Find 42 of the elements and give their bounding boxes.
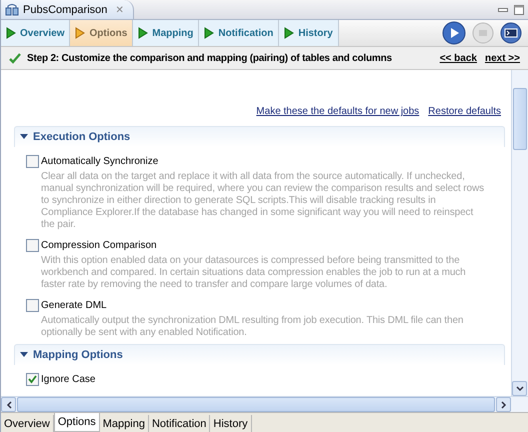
wizard-tab[interactable]: Mapping [133, 20, 200, 46]
next-link[interactable]: next >> [484, 52, 520, 64]
option-label: Compression Comparison [41, 240, 157, 251]
page-tab[interactable]: Options [54, 413, 100, 432]
checkmark-icon [9, 52, 21, 64]
database-icon [5, 4, 19, 16]
wizard-tab[interactable]: History [279, 20, 339, 46]
step-title: Step 2: Customize the comparison and mapping (pairing) of tables and columns [27, 52, 392, 64]
option-label: Generate DML [41, 300, 107, 311]
editor-title: PubsComparison [23, 4, 108, 16]
option-label: Ignore Case [41, 374, 96, 385]
checkmark-icon [28, 375, 37, 384]
play-arrow-icon [138, 27, 148, 39]
expand-arrow-icon [20, 352, 28, 358]
editor-tab[interactable]: PubsComparison ✕ [1, 0, 134, 19]
expand-arrow-icon [20, 134, 28, 140]
section-header[interactable]: Mapping Options [14, 344, 505, 365]
option-description: Clear all data on the target and replace it with all data from the source automatically. If unchecked, manual synchronization will be required, where you can review the comparison results and select rows to synchronize in either direction to generate SQL scripts.This will disable tracking results in Compliance Explorer.If the database has changed in some significant way you will need to reinspect the pair. [41, 171, 485, 231]
play-arrow-icon [75, 27, 86, 39]
defaults-link[interactable]: Make these the defaults for new jobs [256, 106, 420, 117]
play-arrow-icon [284, 27, 294, 39]
run-icon[interactable] [442, 21, 466, 45]
option-description: With this option enabled data on your datasources is compressed before being transmitted to the workbench and compared. In certain situations data compression enables the job to run at a much faster rate by removing the need to transfer and compare large volumes of data. [41, 255, 467, 291]
play-arrow-icon [6, 27, 16, 39]
checkbox[interactable] [26, 299, 39, 312]
option-description: Automatically output the synchronization DML resulting from job execution. This DML file can then optionally be sent with any enabled Notification. [41, 315, 464, 339]
play-arrow-icon [204, 27, 214, 39]
wizard-tab[interactable]: Options [70, 20, 134, 46]
back-link[interactable]: << back [440, 52, 477, 64]
checkbox[interactable] [26, 239, 39, 252]
checkbox[interactable] [26, 373, 39, 386]
defaults-link[interactable]: Restore defaults [428, 106, 501, 117]
wizard-tab[interactable]: Overview [1, 20, 70, 46]
checkbox[interactable] [26, 155, 39, 168]
option-label: Automatically Synchronize [41, 156, 158, 167]
maximize-icon[interactable] [514, 4, 524, 14]
wizard-tab[interactable]: Notification [199, 20, 280, 46]
section-header[interactable]: Execution Options [14, 126, 505, 147]
minimize-icon[interactable] [498, 6, 508, 14]
scroll-thumb[interactable] [513, 88, 527, 150]
console-icon[interactable] [500, 22, 522, 44]
vertical-scrollbar[interactable] [511, 70, 528, 396]
